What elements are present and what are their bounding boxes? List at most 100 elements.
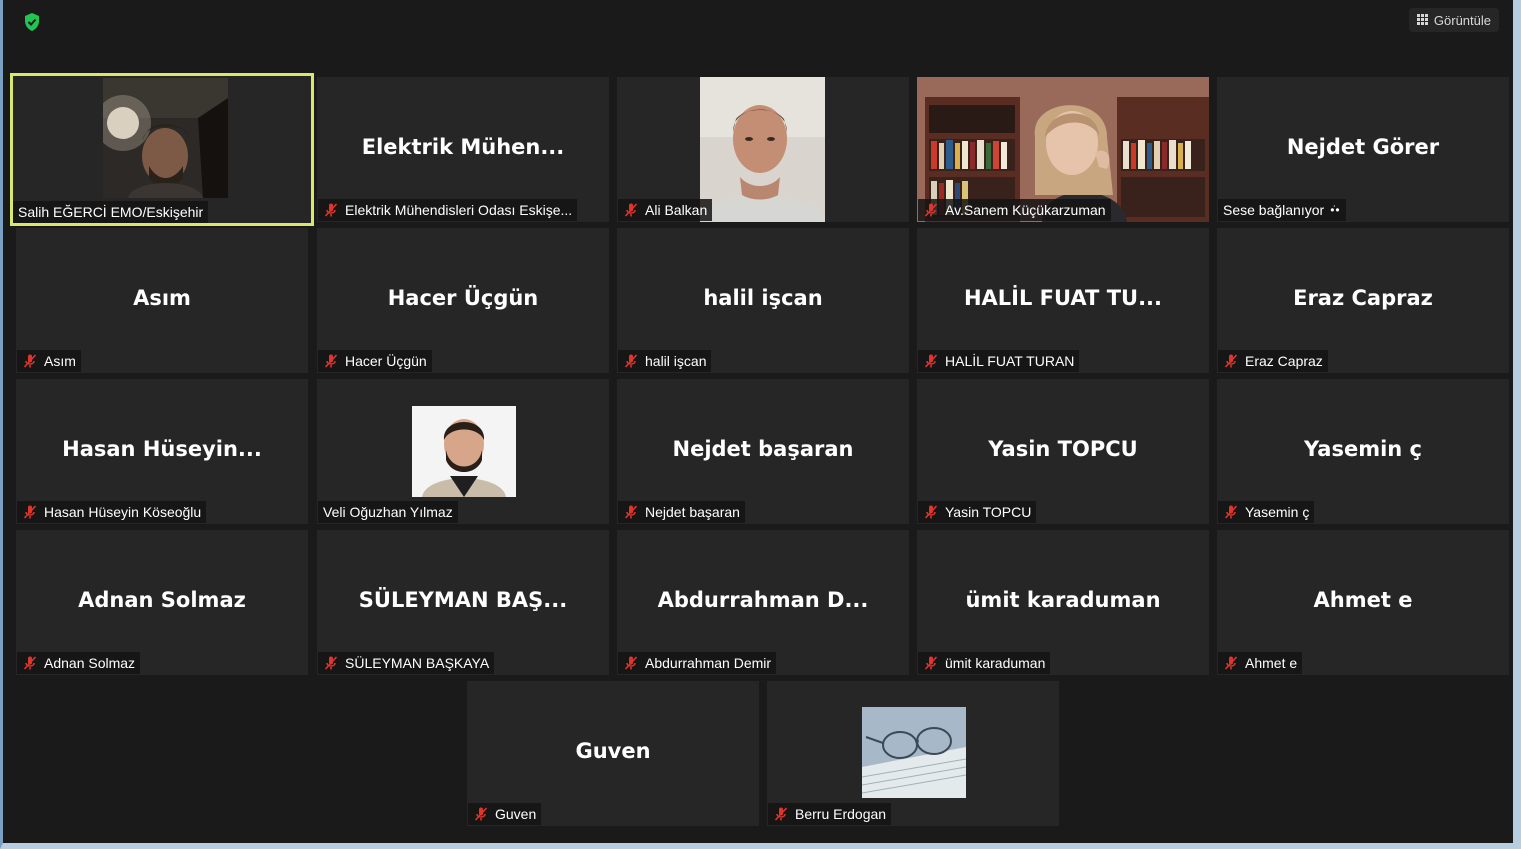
participant-display-name: ümit karaduman [965, 588, 1161, 612]
participant-tile[interactable]: Ahmet e Ahmet e [1217, 530, 1509, 675]
participant-tile[interactable]: Hacer Üçgün Hacer Üçgün [317, 228, 609, 373]
muted-mic-icon [1224, 656, 1238, 670]
participant-name-tag: Hasan Hüseyin Köseoğlu [17, 501, 207, 523]
participant-display-name: Yasemin ç [1304, 437, 1422, 461]
participant-name: Av.Sanem Küçükarzuman [945, 202, 1106, 218]
participant-name-tag: SÜLEYMAN BAŞKAYA [318, 652, 495, 674]
participant-display-name: Elektrik Mühen... [361, 135, 565, 159]
participant-tile[interactable]: Adnan Solmaz Adnan Solmaz [16, 530, 308, 675]
participant-name-tag: Veli Oğuzhan Yılmaz [318, 501, 458, 523]
participant-tile[interactable]: HALİL FUAT TU... HALİL FUAT TURAN [917, 228, 1209, 373]
participant-display-name: Yasin TOPCU [988, 437, 1138, 461]
participant-display-name: Nejdet Görer [1286, 135, 1440, 159]
participant-name: Yasemin ç [1245, 504, 1310, 520]
grid-icon [1416, 14, 1429, 26]
participant-name: Nejdet başaran [645, 504, 740, 520]
muted-mic-icon [23, 656, 37, 670]
participant-name-tag: Hacer Üçgün [318, 350, 432, 372]
shield-check-icon[interactable] [22, 12, 42, 32]
participant-name-tag: Ahmet e [1218, 652, 1303, 674]
muted-mic-icon [624, 505, 638, 519]
participant-tile[interactable]: Abdurrahman D... Abdurrahman Demir [617, 530, 909, 675]
participant-tile[interactable]: Veli Oğuzhan Yılmaz [317, 379, 609, 524]
participant-display-name: Hasan Hüseyin... [62, 437, 262, 461]
muted-mic-icon [324, 656, 338, 670]
participant-tile[interactable]: Hasan Hüseyin... Hasan Hüseyin Köseoğlu [16, 379, 308, 524]
muted-mic-icon [1224, 505, 1238, 519]
participant-name: Abdurrahman Demir [645, 655, 772, 671]
participant-tile[interactable]: Asım Asım [16, 228, 308, 373]
participant-tile[interactable]: halil işcan halil işcan [617, 228, 909, 373]
connecting-dots-icon: •̇• [1330, 203, 1341, 217]
video-feed-man-white-shirt [700, 77, 825, 222]
profile-photo-man-suit [412, 406, 516, 497]
muted-mic-icon [924, 505, 938, 519]
participant-display-name: Asım [133, 286, 191, 310]
participant-tile[interactable]: Ali Balkan [617, 77, 909, 222]
muted-mic-icon [774, 807, 788, 821]
participant-name-tag: Ali Balkan [618, 199, 713, 221]
participant-name: HALİL FUAT TURAN [945, 353, 1075, 369]
participant-display-name: SÜLEYMAN BAŞ... [358, 588, 568, 612]
participant-name-tag: Elektrik Mühendisleri Odası Eskişe... [318, 199, 578, 221]
participant-tile[interactable]: Yasemin ç Yasemin ç [1217, 379, 1509, 524]
muted-mic-icon [624, 203, 638, 217]
participant-name: ümit karaduman [945, 655, 1046, 671]
participant-name-tag: Asım [17, 350, 81, 372]
participant-name-tag: Av.Sanem Küçükarzuman [918, 199, 1111, 221]
participant-name: Berru Erdogan [795, 806, 887, 822]
participant-tile[interactable]: Yasin TOPCU Yasin TOPCU [917, 379, 1209, 524]
participant-name-tag: Yasemin ç [1218, 501, 1315, 523]
participant-display-name: Nejdet başaran [672, 437, 854, 461]
participant-name: Salih EĞERCİ EMO/Eskişehir [18, 204, 204, 220]
participant-name-tag: Guven [468, 803, 542, 825]
participant-display-name: Abdurrahman D... [657, 588, 869, 612]
participant-name: Veli Oğuzhan Yılmaz [323, 504, 453, 520]
participant-tile[interactable]: Av.Sanem Küçükarzuman [917, 77, 1209, 222]
participant-tile[interactable]: Salih EĞERCİ EMO/Eskişehir [10, 73, 314, 226]
participant-display-name: Adnan Solmaz [78, 588, 246, 612]
participant-name: Hasan Hüseyin Köseoğlu [44, 504, 202, 520]
participant-name-tag: Abdurrahman Demir [618, 652, 777, 674]
participant-tile[interactable]: ümit karaduman ümit karaduman [917, 530, 1209, 675]
participant-tile[interactable]: SÜLEYMAN BAŞ... SÜLEYMAN BAŞKAYA [317, 530, 609, 675]
muted-mic-icon [23, 354, 37, 368]
connecting-status: Sese bağlanıyor [1223, 202, 1325, 218]
participant-name: Guven [495, 806, 537, 822]
participant-tile[interactable]: Nejdet başaran Nejdet başaran [617, 379, 909, 524]
muted-mic-icon [924, 354, 938, 368]
participant-tile[interactable]: Guven Guven [467, 681, 759, 826]
meeting-window: Görüntüle Salih EĞERCİ EMO/Eskişehir Ele… [0, 0, 1521, 849]
muted-mic-icon [324, 354, 338, 368]
participant-display-name: HALİL FUAT TU... [963, 286, 1163, 310]
participant-name-tag: Nejdet başaran [618, 501, 745, 523]
participant-name: Eraz Capraz [1245, 353, 1323, 369]
participant-name: Ahmet e [1245, 655, 1298, 671]
muted-mic-icon [624, 354, 638, 368]
muted-mic-icon [924, 656, 938, 670]
participant-name-tag: Salih EĞERCİ EMO/Eskişehir [13, 201, 209, 223]
video-feed-man-car [103, 78, 228, 198]
participant-tile[interactable]: Eraz Capraz Eraz Capraz [1217, 228, 1509, 373]
participant-tile[interactable]: Nejdet Görer Sese bağlanıyor •̇• [1217, 77, 1509, 222]
participant-display-name: Eraz Capraz [1293, 286, 1433, 310]
participant-name-tag: Eraz Capraz [1218, 350, 1328, 372]
view-button[interactable]: Görüntüle [1408, 8, 1499, 32]
participant-tile[interactable]: Elektrik Mühen... Elektrik Mühendisleri … [317, 77, 609, 222]
participant-name: Ali Balkan [645, 202, 708, 218]
muted-mic-icon [474, 807, 488, 821]
participant-tile[interactable]: Berru Erdogan [767, 681, 1059, 826]
muted-mic-icon [324, 203, 338, 217]
participant-name: Asım [44, 353, 76, 369]
profile-photo-glasses-book [862, 707, 966, 798]
participant-name: halil işcan [645, 353, 707, 369]
participant-name: Elektrik Mühendisleri Odası Eskişe... [345, 202, 573, 218]
participant-name: Yasin TOPCU [945, 504, 1032, 520]
participant-display-name: Hacer Üçgün [387, 286, 539, 310]
participant-display-name: halil işcan [703, 286, 823, 310]
view-button-label: Görüntüle [1433, 12, 1491, 28]
participant-name: SÜLEYMAN BAŞKAYA [345, 655, 490, 671]
participant-display-name: Guven [575, 739, 651, 763]
participant-name-tag: Berru Erdogan [768, 803, 892, 825]
participant-name-tag: ümit karaduman [918, 652, 1051, 674]
